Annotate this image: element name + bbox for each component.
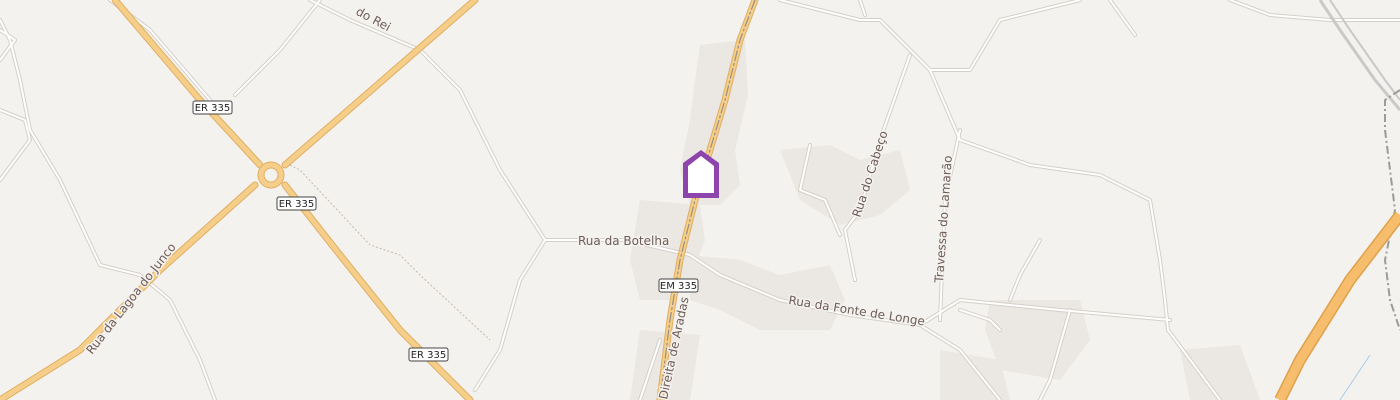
- railway: [1318, 0, 1400, 331]
- road-shield-er335-b: ER 335: [276, 196, 317, 211]
- map-view[interactable]: do Rei Rua da Botelha Rua da Fonte de Lo…: [0, 0, 1400, 400]
- road-label-botelha: Rua da Botelha: [578, 234, 669, 248]
- map-canvas[interactable]: do Rei Rua da Botelha Rua da Fonte de Lo…: [0, 0, 1400, 400]
- svg-text:ER 335: ER 335: [279, 199, 315, 210]
- svg-text:EM 335: EM 335: [660, 281, 697, 292]
- motorway: [1274, 211, 1400, 400]
- road-shield-er335-a: ER 335: [192, 100, 233, 115]
- road-label-lamarao: Travessa do Lamarão: [932, 155, 955, 284]
- road-shield-em335: EM 335: [658, 278, 699, 293]
- svg-text:ER 335: ER 335: [195, 103, 231, 114]
- road-shield-er335-c: ER 335: [408, 347, 449, 362]
- svg-text:ER 335: ER 335: [411, 350, 447, 361]
